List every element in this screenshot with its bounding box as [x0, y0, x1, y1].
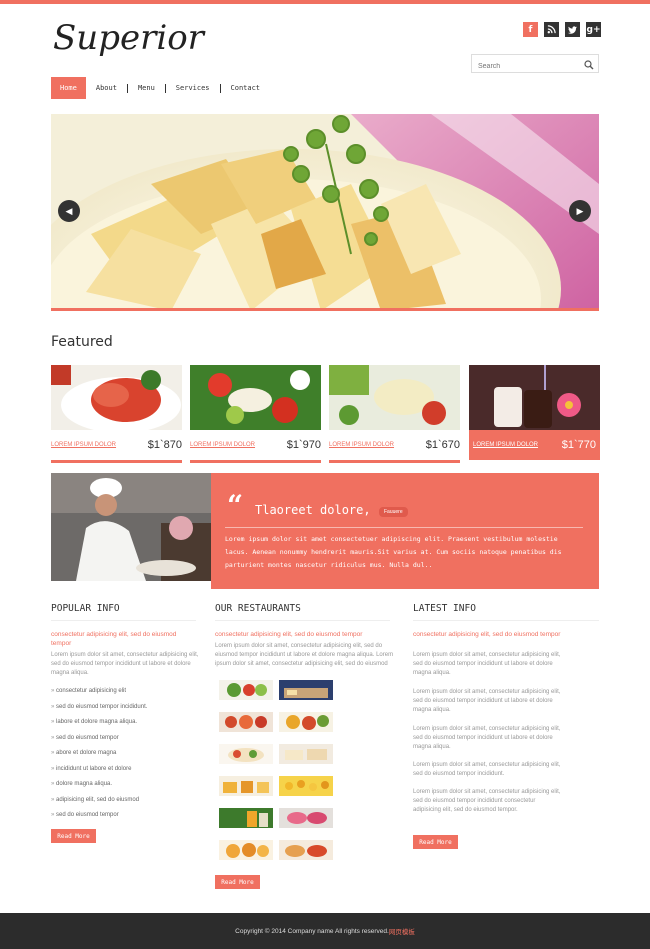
popular-info-title: POPULAR INFO [51, 603, 120, 614]
featured-label[interactable]: LOREM IPSUM DOLOR [190, 442, 255, 448]
list-item[interactable]: adipisicing elit, sed do eiusmod [51, 795, 147, 811]
featured-price: $1`670 [425, 439, 460, 451]
footer-link[interactable]: 网页模板 [389, 926, 415, 936]
featured-bar [329, 460, 460, 463]
main-nav: Home About Menu Services Contact [51, 77, 270, 99]
featured-bar [190, 460, 321, 463]
column-underline [51, 620, 196, 621]
featured-card[interactable]: LOREM IPSUM DOLOR $1`870 [51, 365, 182, 463]
latest-info-text: Lorem ipsum dolor sit amet, consectetur … [413, 762, 561, 777]
popular-read-more-button[interactable]: Read More [51, 829, 96, 843]
hero-food-image [51, 114, 599, 311]
social-icons: f g+ [523, 22, 601, 37]
restaurant-thumbnail[interactable] [219, 680, 273, 700]
testimonial-divider [225, 527, 583, 528]
featured-price: $1`970 [286, 439, 321, 451]
restaurant-thumbnail[interactable] [219, 776, 273, 796]
column-underline [215, 620, 390, 621]
chef-image [51, 473, 211, 581]
search-input[interactable] [472, 58, 572, 75]
list-item[interactable]: labore et dolore magna aliqua. [51, 717, 147, 733]
popular-info-list: consectetur adipisicing elit sed do eius… [51, 686, 147, 826]
footer: Copyright © 2014 Company name All rights… [0, 913, 650, 949]
nav-about[interactable]: About [86, 77, 127, 99]
latest-info-text: Lorem ipsum dolor sit amet, consectetur … [413, 726, 561, 750]
featured-price: $1`770 [561, 439, 596, 451]
latest-info-title: LATEST INFO [413, 603, 476, 614]
restaurant-thumbnail[interactable] [279, 776, 333, 796]
testimonial-tag: Fauuere [379, 507, 408, 517]
slider-bottom-line [51, 308, 599, 311]
featured-price: $1`870 [147, 439, 182, 451]
list-item[interactable]: incididunt ut labore et dolore [51, 764, 147, 780]
slider-next-button[interactable]: ▶ [569, 200, 591, 222]
latest-info-subtitle[interactable]: consectetur adipisicing elit, sed do eiu… [413, 630, 563, 639]
featured-card[interactable]: LOREM IPSUM DOLOR $1`970 [190, 365, 321, 463]
restaurant-thumbnail[interactable] [279, 744, 333, 764]
restaurant-thumbnail[interactable] [279, 712, 333, 732]
quote-icon: “ [227, 489, 244, 522]
nav-services[interactable]: Services [166, 77, 220, 99]
facebook-icon[interactable]: f [523, 22, 538, 37]
list-item[interactable]: sed do eiusmod tempor [51, 733, 147, 749]
nav-menu[interactable]: Menu [128, 77, 165, 99]
featured-heading: Featured [51, 334, 113, 350]
featured-image[interactable] [51, 365, 182, 430]
latest-info-text: Lorem ipsum dolor sit amet, consectetur … [413, 689, 561, 713]
search-box[interactable] [471, 54, 599, 75]
testimonial-box: “ Tlaoreet dolore, Fauuere Lorem ipsum d… [211, 473, 599, 589]
restaurant-thumbnail[interactable] [219, 808, 273, 828]
featured-image[interactable] [190, 365, 321, 430]
featured-label[interactable]: LOREM IPSUM DOLOR [329, 442, 394, 448]
nav-contact[interactable]: Contact [221, 77, 271, 99]
restaurant-thumbnail[interactable] [219, 712, 273, 732]
list-item[interactable]: consectetur adipisicing elit [51, 686, 147, 702]
restaurant-thumbnail[interactable] [279, 840, 333, 860]
restaurants-text: Lorem ipsum dolor sit amet, consectetur … [215, 643, 394, 667]
restaurants-subtitle[interactable]: consectetur adipisicing elit, sed do eiu… [215, 630, 395, 639]
restaurant-thumbnail[interactable] [219, 840, 273, 860]
featured-bar [51, 460, 182, 463]
featured-label[interactable]: LOREM IPSUM DOLOR [51, 442, 116, 448]
restaurants-read-more-button[interactable]: Read More [215, 875, 260, 889]
column-underline [413, 620, 599, 621]
copyright-text: Copyright © 2014 Company name All rights… [235, 927, 389, 935]
popular-info-subtitle[interactable]: consectetur adipisicing elit, sed do eiu… [51, 630, 196, 648]
popular-info-text: Lorem ipsum dolor sit amet, consectetur … [51, 652, 199, 676]
latest-read-more-button[interactable]: Read More [413, 835, 458, 849]
restaurant-thumbnail[interactable] [219, 744, 273, 764]
testimonial-title: Tlaoreet dolore, [255, 503, 371, 517]
featured-card[interactable]: LOREM IPSUM DOLOR $1`670 [329, 365, 460, 463]
slider-prev-button[interactable]: ◀ [58, 200, 80, 222]
rss-icon[interactable] [544, 22, 559, 37]
featured-card[interactable]: LOREM IPSUM DOLOR $1`770 [469, 365, 600, 460]
list-item[interactable]: dolore magna aliqua. [51, 779, 147, 795]
list-item[interactable]: sed do eiusmod tempor [51, 810, 147, 826]
testimonial-text: Lorem ipsum dolor sit amet consectetuer … [225, 535, 562, 569]
featured-label[interactable]: LOREM IPSUM DOLOR [469, 442, 538, 448]
search-icon[interactable] [584, 57, 594, 75]
latest-info-text: Lorem ipsum dolor sit amet, consectetur … [413, 652, 561, 676]
latest-info-text: Lorem ipsum dolor sit amet, consectetur … [413, 789, 561, 813]
featured-image[interactable] [329, 365, 460, 430]
list-item[interactable]: abore et dolore magna [51, 748, 147, 764]
featured-image[interactable] [469, 365, 600, 430]
top-accent-bar [0, 0, 650, 4]
restaurant-thumbnail[interactable] [279, 808, 333, 828]
restaurant-thumbnail[interactable] [279, 680, 333, 700]
twitter-icon[interactable] [565, 22, 580, 37]
hero-slider: ◀ ▶ [51, 114, 599, 311]
chevron-right-icon: ▶ [576, 205, 584, 216]
nav-home[interactable]: Home [51, 77, 86, 99]
site-logo[interactable]: Superior [53, 18, 204, 58]
googleplus-icon[interactable]: g+ [586, 22, 601, 37]
chevron-left-icon: ◀ [65, 205, 73, 216]
restaurants-title: OUR RESTAURANTS [215, 603, 301, 614]
list-item[interactable]: sed do eiusmod tempor incididunt. [51, 702, 147, 718]
